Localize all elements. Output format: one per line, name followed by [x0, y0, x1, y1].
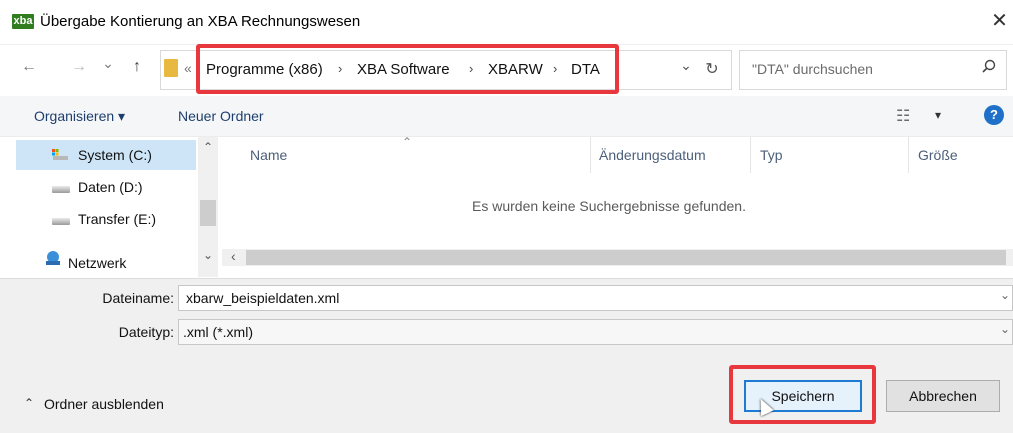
save-highlight-frame [729, 365, 876, 424]
search-icon[interactable] [982, 59, 996, 77]
scroll-left-arrow[interactable]: ‹ [231, 248, 236, 264]
column-header-type[interactable]: Typ [760, 147, 783, 163]
sort-indicator-icon: ⌃ [402, 135, 413, 149]
view-options-dropdown[interactable]: ▾ [935, 108, 941, 122]
sidebar-item-system-c[interactable]: System (C:) [78, 147, 152, 163]
column-header-size[interactable]: Größe [918, 147, 958, 163]
cancel-button[interactable]: Abbrechen [886, 380, 1000, 412]
sidebar-item-transfer-e[interactable]: Transfer (E:) [78, 211, 156, 227]
column-divider[interactable] [908, 137, 909, 173]
scroll-down-arrow[interactable]: ⌄ [203, 248, 213, 262]
breadcrumb-highlight-frame [196, 44, 619, 94]
empty-results-message: Es wurden keine Suchergebnisse gefunden. [472, 198, 746, 214]
filetype-dropdown-icon[interactable]: ⌄ [1000, 322, 1010, 336]
help-icon[interactable]: ? [984, 105, 1004, 125]
close-button[interactable]: ✕ [986, 8, 1013, 34]
column-divider[interactable] [750, 137, 751, 173]
drive-icon [52, 218, 70, 225]
refresh-button[interactable]: ↻ [702, 59, 722, 79]
recent-locations-button[interactable]: ⌄ [100, 55, 116, 72]
nav-scrollbar-thumb[interactable] [200, 200, 216, 226]
filename-dropdown-icon[interactable]: ⌄ [1000, 288, 1010, 302]
chevron-up-icon[interactable]: ⌃ [24, 396, 34, 410]
column-header-name[interactable]: Name [250, 147, 287, 163]
xba-app-icon: xba [12, 14, 34, 29]
new-folder-button[interactable]: Neuer Ordner [178, 108, 264, 124]
filetype-label: Dateityp: [118, 324, 174, 340]
filetype-select[interactable] [178, 319, 1013, 345]
forward-button[interactable]: → [68, 58, 90, 76]
sidebar-item-daten-d[interactable]: Daten (D:) [78, 179, 143, 195]
view-options-icon[interactable]: ☷ [896, 106, 910, 126]
network-icon [42, 250, 64, 266]
hide-folders-button[interactable]: Ordner ausblenden [44, 396, 164, 412]
up-button[interactable]: ↑ [126, 58, 148, 76]
scroll-up-arrow[interactable]: ⌃ [203, 140, 213, 154]
window-title: Übergabe Kontierung an XBA Rechnungswese… [40, 13, 361, 30]
column-header-date[interactable]: Änderungsdatum [599, 147, 706, 163]
organize-button[interactable]: Organisieren ▾ [34, 108, 125, 125]
address-dropdown-button[interactable]: ⌄ [678, 57, 694, 74]
list-scrollbar-thumb[interactable] [246, 250, 1006, 265]
system-drive-icon [52, 148, 68, 160]
back-button[interactable]: ← [18, 58, 40, 76]
search-placeholder: "DTA" durchsuchen [752, 61, 873, 77]
command-bar [0, 96, 1013, 137]
filetype-value[interactable]: .xml (*.xml) [183, 324, 253, 340]
folder-icon [164, 59, 178, 77]
filename-label: Dateiname: [102, 290, 174, 306]
column-divider[interactable] [590, 137, 591, 173]
filename-value[interactable]: xbarw_beispieldaten.xml [186, 290, 339, 306]
overflow-icon[interactable]: « [184, 60, 192, 76]
sidebar-item-netzwerk[interactable]: Netzwerk [68, 255, 126, 271]
drive-icon [52, 186, 70, 193]
